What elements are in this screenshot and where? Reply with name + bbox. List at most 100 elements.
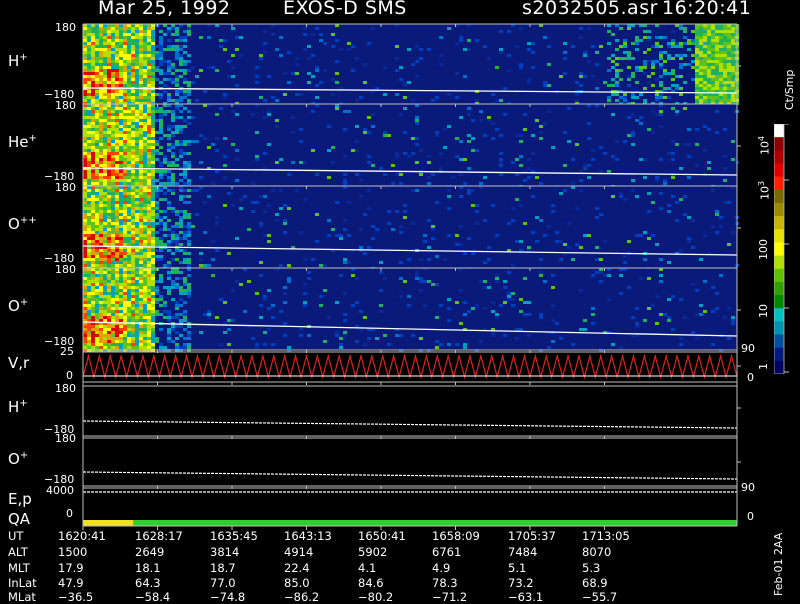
- spectro-cell: [151, 33, 155, 36]
- spectro-cell: [131, 301, 135, 304]
- spectro-cell: [91, 274, 95, 277]
- spectro-cell: [147, 243, 151, 246]
- spectro-cell: [395, 152, 399, 155]
- spectro-cell: [351, 149, 355, 152]
- spectro-cell: [171, 283, 175, 286]
- spectro-cell: [119, 307, 123, 310]
- spectro-cell: [87, 334, 91, 337]
- spectro-cell: [387, 134, 391, 137]
- spectro-cell: [107, 240, 111, 243]
- spectro-cell: [363, 252, 367, 255]
- spectro-cell: [139, 313, 143, 316]
- spectro-cell: [151, 36, 155, 39]
- spectro-cell: [479, 280, 483, 283]
- spectro-cell: [151, 258, 155, 261]
- spectro-cell: [155, 152, 159, 155]
- spectro-cell: [671, 107, 675, 110]
- spectro-cell: [563, 51, 567, 54]
- spectro-cell: [727, 48, 731, 51]
- spectro-cell: [111, 143, 115, 146]
- spectro-cell: [95, 277, 99, 280]
- spectro-cell: [135, 66, 139, 69]
- spectro-cell: [179, 96, 183, 99]
- spectro-cell: [123, 331, 127, 334]
- spectro-cell: [91, 170, 95, 173]
- spectro-cell: [139, 27, 143, 30]
- spectro-cell: [135, 337, 139, 340]
- spectro-cell: [99, 90, 103, 93]
- spectro-cell: [143, 240, 147, 243]
- spectro-cell: [147, 237, 151, 240]
- spectro-cell: [695, 30, 699, 33]
- spectro-cell: [143, 164, 147, 167]
- spectro-cell: [135, 125, 139, 128]
- spectro-cell: [335, 301, 339, 304]
- spectro-cell: [399, 231, 403, 234]
- spectro-cell: [175, 164, 179, 167]
- spectro-cell: [359, 310, 363, 313]
- spectro-cell: [127, 337, 131, 340]
- spectro-cell: [415, 277, 419, 280]
- spectro-cell: [715, 210, 719, 213]
- spectro-cell: [695, 42, 699, 45]
- spectro-cell: [179, 155, 183, 158]
- spectro-cell: [103, 45, 107, 48]
- spectro-cell: [91, 225, 95, 228]
- spectro-cell: [723, 45, 727, 48]
- spectro-cell: [87, 125, 91, 128]
- orbit-cell: 5.1: [508, 561, 527, 575]
- spectro-cell: [667, 152, 671, 155]
- spectro-cell: [135, 72, 139, 75]
- spectro-cell: [455, 301, 459, 304]
- spectro-cell: [699, 258, 703, 261]
- spectro-cell: [615, 75, 619, 78]
- spectro-cell: [131, 93, 135, 96]
- spectro-cell: [91, 289, 95, 292]
- spectro-cell: [99, 155, 103, 158]
- spectro-cell: [687, 63, 691, 66]
- spectro-cell: [119, 45, 123, 48]
- spectro-cell: [87, 140, 91, 143]
- spectro-cell: [179, 286, 183, 289]
- spectro-cell: [147, 313, 151, 316]
- spectro-cell: [119, 30, 123, 33]
- spectro-cell: [99, 30, 103, 33]
- spectro-cell: [403, 131, 407, 134]
- spectro-cell: [167, 137, 171, 140]
- spectro-cell: [663, 51, 667, 54]
- spectro-cell: [143, 113, 147, 116]
- spectro-cell: [95, 179, 99, 182]
- spectro-cell: [187, 93, 191, 96]
- spectro-cell: [711, 75, 715, 78]
- spectro-cell: [99, 243, 103, 246]
- spectro-cell: [139, 346, 143, 349]
- spectro-cell: [127, 36, 131, 39]
- spectro-cell: [731, 78, 735, 81]
- spectro-cell: [531, 195, 535, 198]
- spectro-cell: [619, 69, 623, 72]
- spectro-cell: [127, 45, 131, 48]
- spectro-cell: [123, 195, 127, 198]
- spectro-cell: [579, 289, 583, 292]
- spectro-cell: [115, 75, 119, 78]
- spectro-cell: [623, 99, 627, 102]
- spectro-cell: [611, 33, 615, 36]
- spectro-cell: [411, 137, 415, 140]
- spectro-cell: [159, 328, 163, 331]
- spectro-cell: [655, 179, 659, 182]
- spectro-cell: [675, 75, 679, 78]
- spectro-cell: [135, 316, 139, 319]
- spectro-cell: [139, 271, 143, 274]
- spectro-cell: [123, 182, 127, 185]
- spectro-cell: [135, 110, 139, 113]
- spectro-cell: [167, 45, 171, 48]
- spectro-cell: [95, 207, 99, 210]
- spectro-cell: [223, 176, 227, 179]
- spectro-cell: [127, 201, 131, 204]
- spectro-cell: [139, 39, 143, 42]
- spectro-cell: [631, 93, 635, 96]
- spectro-cell: [139, 36, 143, 39]
- spectro-cell: [131, 258, 135, 261]
- spectro-cell: [135, 155, 139, 158]
- spectro-cell: [131, 331, 135, 334]
